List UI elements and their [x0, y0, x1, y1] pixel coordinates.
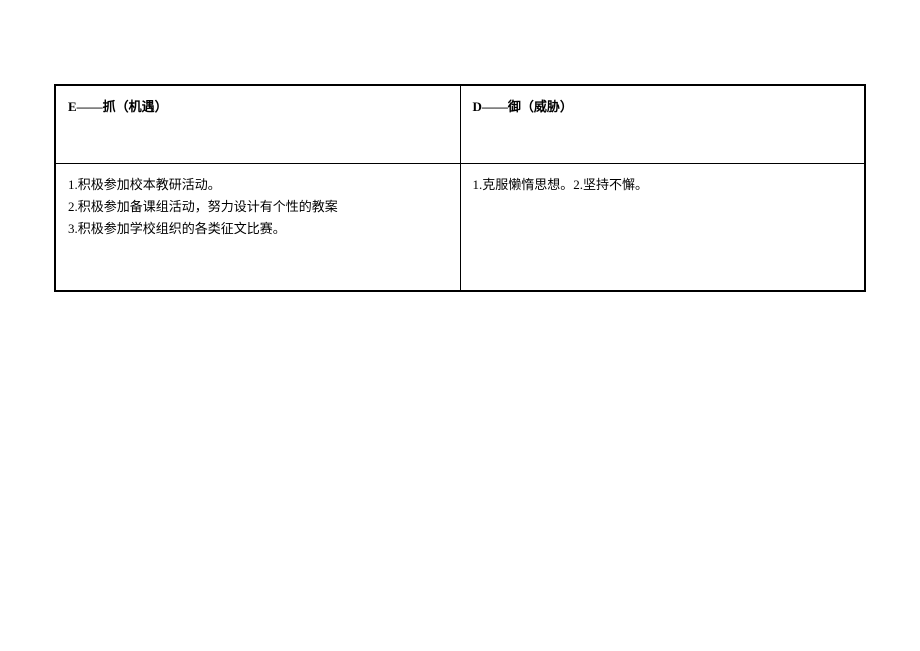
header-cell-opportunity: E——抓（机遇） — [55, 85, 460, 163]
content-cell-threat: 1.克服懒惰思想。2.坚持不懈。 — [460, 163, 865, 291]
content-line: 3.积极参加学校组织的各类征文比赛。 — [68, 218, 448, 240]
table-content-row: 1.积极参加校本教研活动。 2.积极参加备课组活动，努力设计有个性的教案 3.积… — [55, 163, 865, 291]
content-text: 1.克服懒惰思想。2.坚持不懈。 — [473, 177, 649, 192]
content-line: 2.积极参加备课组活动，努力设计有个性的教案 — [68, 196, 448, 218]
header-label-threat: D——御（威胁） — [473, 99, 573, 114]
content-line: 1.积极参加校本教研活动。 — [68, 174, 448, 196]
header-cell-threat: D——御（威胁） — [460, 85, 865, 163]
swot-table: E——抓（机遇） D——御（威胁） 1.积极参加校本教研活动。 2.积极参加备课… — [54, 84, 866, 292]
header-label-opportunity: E——抓（机遇） — [68, 99, 168, 114]
content-cell-opportunity: 1.积极参加校本教研活动。 2.积极参加备课组活动，努力设计有个性的教案 3.积… — [55, 163, 460, 291]
document-page: E——抓（机遇） D——御（威胁） 1.积极参加校本教研活动。 2.积极参加备课… — [0, 0, 920, 292]
table-header-row: E——抓（机遇） D——御（威胁） — [55, 85, 865, 163]
